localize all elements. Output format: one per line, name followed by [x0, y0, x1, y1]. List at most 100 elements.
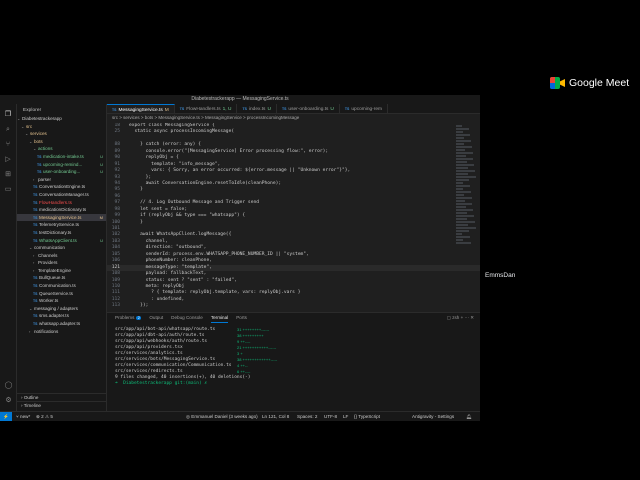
tree-folder[interactable]: ⌄ bots: [17, 138, 106, 146]
tree-item-label: bots: [34, 138, 43, 144]
editor-tab[interactable]: TS upcoming-rem: [340, 104, 389, 113]
terminal-diffstat: 6 ++----: [237, 369, 251, 374]
minimap-line: [456, 161, 467, 163]
panel-tab[interactable]: Output: [149, 313, 163, 323]
tree-folder[interactable]: ⌄ messaging / adapters: [17, 305, 106, 313]
code-text: });: [129, 303, 149, 309]
panel-tabs: Problems 2 Output Debug Console Terminal Port…: [107, 313, 480, 323]
explorer-icon[interactable]: ❐: [4, 110, 13, 119]
tree-folder[interactable]: ⌄ communication: [17, 244, 106, 252]
tree-file[interactable]: TS BullQueue.ts: [17, 274, 106, 282]
tree-item-label: sms.adapter.ts: [39, 313, 69, 319]
editor-tab[interactable]: TS index.ts U: [237, 104, 277, 113]
tree-file[interactable]: TS upcoming-remind... U: [17, 161, 106, 169]
code-editor[interactable]: 18 export class MessagingService {25 stat…: [107, 123, 480, 312]
notifications-bell-icon[interactable]: 🔔︎: [466, 412, 472, 421]
file-tree: ⌄ src ⌄ services ⌄ bots ⌄ actions TS medication-i…: [17, 123, 106, 336]
extensions-icon[interactable]: ⊞: [4, 170, 13, 179]
tree-item-label: src: [26, 123, 33, 129]
tab-label: user-onboarding.ts: [288, 107, 329, 112]
minimap[interactable]: [456, 125, 476, 310]
tree-folder[interactable]: › Providers: [17, 259, 106, 267]
branch-indicator[interactable]: ⑂ new*: [16, 412, 30, 421]
tree-folder[interactable]: › TemplateEngine: [17, 267, 106, 275]
minimap-line: [456, 242, 471, 244]
minimap-line: [456, 125, 462, 127]
tree-item-label: ConversationEngine.ts: [39, 184, 86, 190]
tab-status-badge: U: [267, 107, 271, 112]
tree-file[interactable]: TS ConversationEngine.ts: [17, 183, 106, 191]
language-mode[interactable]: {} TypeScript: [354, 412, 380, 421]
tree-item-label: WhatsAppClient.ts: [39, 237, 77, 243]
vscode-window: Diabetestrackerapp — MessagingService.ts…: [0, 95, 480, 421]
panel-tab[interactable]: Terminal: [210, 313, 229, 323]
panel-tab[interactable]: Ports: [236, 313, 247, 323]
minimap-line: [456, 215, 474, 217]
tree-file[interactable]: TS QueueService.ts: [17, 290, 106, 298]
outline-section[interactable]: › Outline: [17, 393, 106, 401]
tree-folder[interactable]: › notifications: [17, 328, 106, 336]
tree-file[interactable]: TS user-onboarding... U: [17, 168, 106, 176]
terminal-shell-label[interactable]: ▢ zsh: [447, 315, 460, 320]
editor-tab[interactable]: TS MessagingService.ts M: [107, 104, 175, 113]
settings-gear-icon[interactable]: ⚙: [4, 396, 13, 405]
minimap-line: [456, 209, 474, 211]
bottom-panel: Problems 2 Output Debug Console Terminal Port…: [107, 312, 480, 411]
git-status-badge: U: [100, 153, 103, 159]
tree-item-label: ConversationManager.ts: [39, 191, 89, 197]
tree-folder[interactable]: › Channels: [17, 252, 106, 260]
explorer-sidebar: Explorer ⌄ Diabetestrackerapp ⌄ src ⌄ servic…: [17, 104, 107, 411]
tree-folder[interactable]: ⌄ src: [17, 123, 106, 131]
panel-tab-label: Terminal: [210, 315, 229, 320]
participant-name: EmmsDan: [485, 272, 516, 279]
tree-file[interactable]: TS whatsapp.adapter.ts: [17, 320, 106, 328]
source-control-icon[interactable]: ⑂: [4, 140, 13, 149]
minimap-line: [456, 134, 471, 136]
timeline-section[interactable]: › Timeline: [17, 401, 106, 409]
minimap-line: [456, 200, 465, 202]
tree-file[interactable]: TS FlowHandlers.ts: [17, 199, 106, 207]
minimap-line: [456, 173, 469, 175]
more-actions-icon[interactable]: ⋯: [464, 315, 469, 320]
search-icon[interactable]: ⌕: [4, 125, 13, 134]
tree-item-label: Communication.ts: [39, 283, 76, 289]
indentation[interactable]: Spaces: 2: [297, 412, 317, 421]
tab-label: FlowHandlers.ts: [186, 107, 221, 112]
editor-tab[interactable]: TS user-onboarding.ts U: [277, 104, 340, 113]
tree-file[interactable]: TS testDictionary.ts: [17, 229, 106, 237]
git-blame[interactable]: ◎ Emmanuel Daniel (3 weeks ago): [186, 412, 258, 421]
close-panel-icon[interactable]: ✕: [470, 315, 474, 320]
minimap-line: [456, 143, 465, 145]
tree-file[interactable]: TS sms.adapter.ts: [17, 312, 106, 320]
cursor-position[interactable]: Ln 121, Col 8: [262, 412, 289, 421]
extension-status[interactable]: Antigravity - Settings: [412, 412, 454, 421]
encoding[interactable]: UTF-8: [324, 412, 337, 421]
tree-file[interactable]: TS ConversationManager.ts: [17, 191, 106, 199]
eol[interactable]: LF: [343, 412, 348, 421]
account-icon[interactable]: ◯: [4, 381, 13, 390]
breadcrumb[interactable]: src > services > bots > MessagingService…: [107, 114, 480, 122]
run-debug-icon[interactable]: ▷: [4, 155, 13, 164]
remote-explorer-icon[interactable]: ▭: [4, 185, 13, 194]
panel-tab[interactable]: Problems 2: [115, 313, 142, 323]
explorer-root-folder[interactable]: ⌄ Diabetestrackerapp: [17, 115, 106, 123]
tree-file[interactable]: TS medicationDictionary.ts: [17, 206, 106, 214]
problems-indicator[interactable]: ⊗ 2 ⚠ 5: [36, 412, 53, 421]
editor-tab[interactable]: TS FlowHandlers.ts 1, U: [175, 104, 238, 113]
panel-tab[interactable]: Debug Console: [171, 313, 203, 323]
tree-file[interactable]: TS Worker.ts: [17, 297, 106, 305]
minimap-line: [456, 224, 469, 226]
remote-indicator-icon[interactable]: ⚡: [0, 412, 12, 421]
tree-file[interactable]: TS TelemetryService.ts: [17, 221, 106, 229]
tree-file[interactable]: TS WhatsAppClient.ts U: [17, 237, 106, 245]
minimap-line: [456, 140, 471, 142]
minimap-line: [456, 137, 464, 139]
tree-file[interactable]: TS medication-intake.ts U: [17, 153, 106, 161]
tree-folder[interactable]: ⌄ services: [17, 130, 106, 138]
tree-file[interactable]: TS MessagingService.ts M: [17, 213, 106, 222]
minimap-line: [456, 191, 471, 193]
minimap-line: [456, 236, 470, 238]
tree-file[interactable]: TS Communication.ts: [17, 282, 106, 290]
tree-folder[interactable]: ⌄ actions: [17, 145, 106, 153]
tree-folder[interactable]: › parser: [17, 176, 106, 184]
